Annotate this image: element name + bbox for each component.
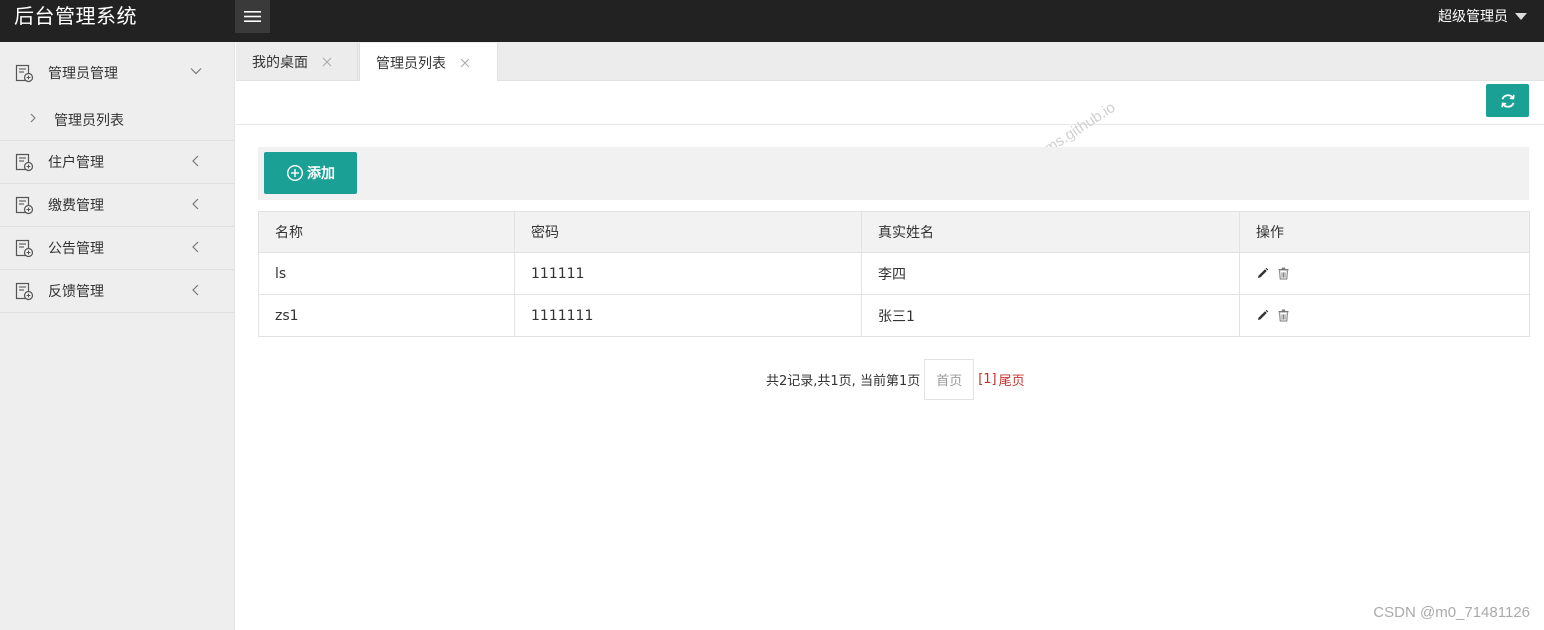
sidebar-item-label: 公告管理	[48, 241, 104, 257]
first-page-button[interactable]: 首页	[924, 359, 975, 400]
page-action-bar	[236, 81, 1544, 125]
cell-real-name: 张三1	[861, 294, 1240, 337]
document-icon	[15, 196, 34, 215]
close-icon[interactable]	[460, 58, 470, 68]
sidebar-item-notice-management[interactable]: 公告管理	[0, 227, 234, 270]
trash-icon[interactable]	[1277, 267, 1290, 280]
pencil-icon[interactable]	[1256, 267, 1269, 280]
chevron-left-icon	[192, 284, 199, 296]
table-row: zs1 1111111 张三1	[258, 294, 1530, 337]
tab-admin-list[interactable]: 管理员列表	[359, 43, 498, 82]
tab-bar: 我的桌面 管理员列表	[236, 42, 1544, 82]
chevron-left-icon	[192, 241, 199, 253]
tab-label: 我的桌面	[252, 55, 308, 71]
column-header-password: 密码	[514, 211, 862, 253]
add-button[interactable]: 添加	[264, 152, 357, 194]
chevron-right-icon	[30, 113, 36, 123]
hamburger-icon	[244, 11, 261, 22]
sidebar-item-feedback-management[interactable]: 反馈管理	[0, 270, 234, 313]
add-button-label: 添加	[307, 166, 335, 182]
last-page-link[interactable]: 尾页	[999, 370, 1025, 389]
sidebar-subitem-admin-list[interactable]: 管理员列表	[0, 98, 234, 141]
watermark-csdn: CSDN @m0_71481126	[1373, 604, 1530, 621]
document-icon	[15, 282, 34, 301]
document-icon	[15, 153, 34, 172]
column-header-real-name: 真实姓名	[861, 211, 1240, 253]
document-icon	[15, 239, 34, 258]
chevron-left-icon	[192, 155, 199, 167]
sidebar-item-payment-management[interactable]: 缴费管理	[0, 184, 234, 227]
cell-name: zs1	[258, 294, 515, 337]
chevron-left-icon	[192, 198, 199, 210]
cell-actions	[1239, 294, 1530, 337]
user-menu[interactable]: 超级管理员	[1438, 7, 1527, 25]
sidebar: 管理员管理 管理员列表 住户管理 缴费管理 公告管理 反馈管理	[0, 42, 235, 630]
cell-real-name: 李四	[861, 252, 1240, 295]
document-icon	[15, 64, 34, 83]
admin-table: 名称 密码 真实姓名 操作 ls 111111 李四 zs1 1111111 张…	[258, 211, 1530, 337]
trash-icon[interactable]	[1277, 309, 1290, 322]
tab-my-desktop[interactable]: 我的桌面	[236, 43, 358, 81]
current-page: [1]	[978, 372, 997, 387]
column-header-actions: 操作	[1239, 211, 1530, 253]
refresh-button[interactable]	[1486, 84, 1529, 117]
top-bar: 后台管理系统 超级管理员	[0, 0, 1544, 42]
sidebar-item-label: 反馈管理	[48, 284, 104, 300]
sidebar-item-label: 缴费管理	[48, 198, 104, 214]
cell-password: 1111111	[514, 294, 862, 337]
caret-down-icon	[1515, 12, 1527, 20]
sidebar-subitem-label: 管理员列表	[54, 113, 124, 129]
tab-label: 管理员列表	[376, 55, 446, 72]
app-title: 后台管理系统	[14, 4, 137, 28]
cell-password: 111111	[514, 252, 862, 295]
close-icon[interactable]	[322, 57, 332, 67]
pagination-summary: 共2记录,共1页, 当前第1页	[766, 374, 921, 389]
refresh-icon	[1500, 93, 1515, 108]
sidebar-item-admin-management[interactable]: 管理员管理	[0, 42, 234, 98]
sidebar-item-label: 住户管理	[48, 155, 104, 171]
sidebar-toggle-button[interactable]	[235, 0, 270, 33]
cell-name: ls	[258, 252, 515, 295]
sidebar-item-label: 管理员管理	[48, 66, 118, 82]
column-header-name: 名称	[258, 211, 515, 253]
user-name: 超级管理员	[1438, 9, 1508, 25]
cell-actions	[1239, 252, 1530, 295]
table-header-row: 名称 密码 真实姓名 操作	[258, 211, 1530, 253]
table-toolbar: 添加	[258, 147, 1529, 200]
sidebar-item-resident-management[interactable]: 住户管理	[0, 141, 234, 184]
table-row: ls 111111 李四	[258, 252, 1530, 295]
chevron-down-icon	[190, 68, 202, 75]
pencil-icon[interactable]	[1256, 309, 1269, 322]
pagination: 共2记录,共1页, 当前第1页 首页 [1] 尾页	[766, 359, 1025, 400]
plus-circle-icon	[286, 164, 304, 182]
